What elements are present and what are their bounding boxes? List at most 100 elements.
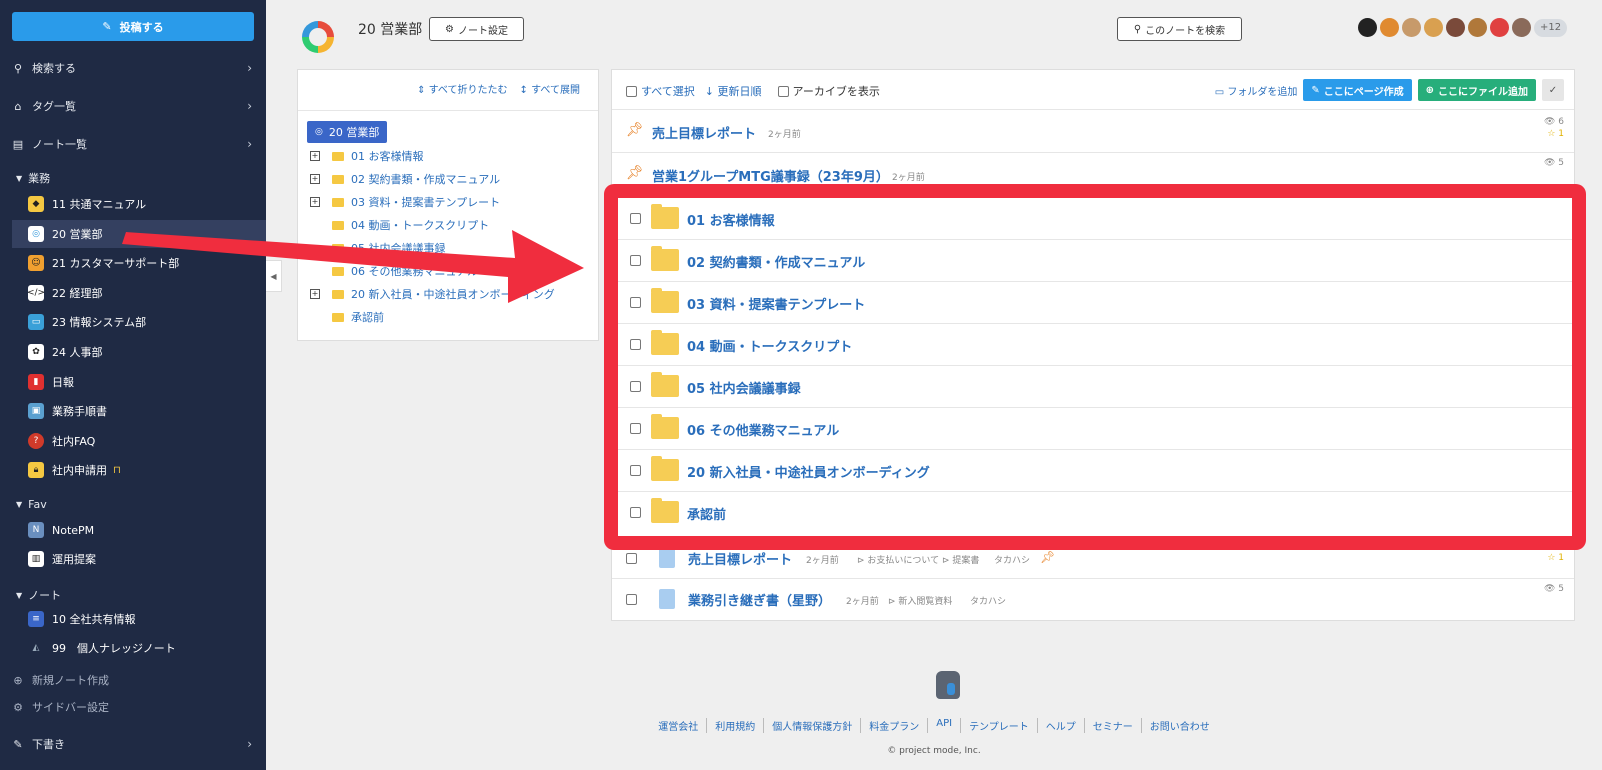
avatar[interactable] xyxy=(1358,18,1377,37)
footer-links: 運営会社 利用規約 個人情報保護方針 料金プラン API テンプレート ヘルプ … xyxy=(0,718,1602,733)
footer-link[interactable]: 料金プラン xyxy=(861,718,929,733)
tag-chip[interactable]: ⊳ お支払いについて xyxy=(857,553,939,566)
check-button[interactable]: ✓ xyxy=(1542,79,1564,101)
row-checkbox[interactable] xyxy=(626,553,637,564)
avatar[interactable] xyxy=(1402,18,1421,37)
row-checkbox[interactable] xyxy=(630,297,641,308)
collapse-all-link[interactable]: ⇕ すべて折りたたむ xyxy=(417,81,507,96)
sidebar-note-item[interactable]: 🔒︎ 社内申請用 ⊓ xyxy=(12,456,266,484)
tree-item[interactable]: 05 社内会議議事録 xyxy=(310,238,446,258)
archive-checkbox[interactable] xyxy=(777,85,789,97)
row-checkbox[interactable] xyxy=(630,381,641,392)
folder-row[interactable]: 01 お客様情報 xyxy=(618,198,1572,240)
sort-link[interactable]: ↓ 更新日順 xyxy=(705,83,762,99)
folder-row[interactable]: 04 動画・トークスクリプト xyxy=(618,324,1572,366)
row-checkbox[interactable] xyxy=(626,594,637,605)
sidebar-note-item[interactable]: ▭ 23 情報システム部 xyxy=(12,308,266,336)
avatar[interactable] xyxy=(1380,18,1399,37)
folder-row[interactable]: 02 契約書類・作成マニュアル xyxy=(618,240,1572,282)
sidebar-note-item[interactable]: ◭ 99 個人ナレッジノート xyxy=(12,634,266,662)
sidebar-note-item[interactable]: </> 22 経理部 xyxy=(12,279,266,307)
footer-link[interactable]: テンプレート xyxy=(961,718,1038,733)
page-row[interactable]: 業務引き継ぎ書（星野） 2ヶ月前 ⊳ 新入閲覧資料 タカハシ 👁 5 xyxy=(612,579,1574,621)
sidebar-note-item[interactable]: ≡ 10 全社共有情報 xyxy=(12,605,266,633)
folder-row[interactable]: 06 その他業務マニュアル xyxy=(618,408,1572,450)
tree-item[interactable]: +01 お客様情報 xyxy=(310,146,424,166)
expand-all-link[interactable]: ↕ すべて展開 xyxy=(520,81,580,96)
folder-row[interactable]: 05 社内会議議事録 xyxy=(618,366,1572,408)
sidebar-note-item[interactable]: ? 社内FAQ xyxy=(12,427,266,455)
sidebar-settings-link[interactable]: ⚙ サイドバー設定 xyxy=(0,695,266,719)
sidebar-note-item-active[interactable]: ◎ 20 営業部 xyxy=(12,220,266,248)
sidebar-collapse-handle[interactable]: ◀ xyxy=(266,260,282,292)
add-file-button[interactable]: ⊕ ここにファイル追加 xyxy=(1417,79,1536,101)
tree-item[interactable]: +02 契約書類・作成マニュアル xyxy=(310,169,500,189)
sidebar-note-item[interactable]: ☺ 21 カスタマーサポート部 xyxy=(12,249,266,277)
archive-toggle[interactable]: アーカイブを表示 xyxy=(777,83,880,99)
folder-icon xyxy=(332,289,344,299)
row-checkbox[interactable] xyxy=(630,423,641,434)
row-checkbox[interactable] xyxy=(630,465,641,476)
sidebar-group-notes[interactable]: ▼ ノート xyxy=(16,587,61,603)
avatar[interactable] xyxy=(1490,18,1509,37)
expand-icon[interactable]: + xyxy=(310,197,320,207)
sidebar-group-fav[interactable]: ▼ Fav xyxy=(16,498,47,511)
sidebar-note-item[interactable]: N NotePM xyxy=(12,516,266,544)
footer-link[interactable]: API xyxy=(928,718,962,733)
footer-link[interactable]: 運営会社 xyxy=(650,718,708,733)
page-stats: ☆ 1 xyxy=(1547,553,1564,563)
drafts-link[interactable]: ✎ 下書き › xyxy=(0,732,266,756)
row-checkbox[interactable] xyxy=(630,507,641,518)
sidebar-note-item[interactable]: ▥ 運用提案 xyxy=(12,545,266,573)
footer-link[interactable]: お問い合わせ xyxy=(1142,718,1218,733)
tree-item[interactable]: +03 資料・提案書テンプレート xyxy=(310,192,500,212)
more-members-badge[interactable]: +12 xyxy=(1534,18,1568,37)
row-checkbox[interactable] xyxy=(630,213,641,224)
new-note-link[interactable]: ⊕ 新規ノート作成 xyxy=(0,668,266,692)
sidebar-tags-link[interactable]: ⌂ タグ一覧 › xyxy=(0,94,266,118)
row-checkbox[interactable] xyxy=(630,339,641,350)
caret-down-icon: ▼ xyxy=(16,173,23,183)
tree-item[interactable]: 06 その他業務マニュアル xyxy=(310,261,478,281)
select-all-checkbox[interactable] xyxy=(626,85,637,97)
tag-chip[interactable]: ⊳ 提案書 xyxy=(942,553,979,566)
sidebar-note-item[interactable]: ◆ 11 共通マニュアル xyxy=(12,190,266,218)
sidebar-note-item[interactable]: ▮ 日報 xyxy=(12,368,266,396)
tree-item[interactable]: 04 動画・トークスクリプト xyxy=(310,215,489,235)
footer-link[interactable]: セミナー xyxy=(1085,718,1142,733)
tree-item[interactable]: +20 新入社員・中途社員オンボーディング xyxy=(310,284,555,304)
folder-row[interactable]: 03 資料・提案書テンプレート xyxy=(618,282,1572,324)
tree-item[interactable]: 承認前 xyxy=(310,307,384,327)
footer-link[interactable]: 利用規約 xyxy=(707,718,765,733)
tree-root-item[interactable]: ◎ 20 営業部 xyxy=(307,121,388,143)
row-checkbox[interactable] xyxy=(630,255,641,266)
folder-row[interactable]: 20 新入社員・中途社員オンボーディング xyxy=(618,450,1572,492)
tag-chip[interactable]: ⊳ 新入閲覧資料 xyxy=(888,594,952,607)
sidebar-note-item[interactable]: ✿ 24 人事部 xyxy=(12,338,266,366)
sidebar-search-link[interactable]: ⚲ 検索する › xyxy=(0,56,266,80)
expand-icon[interactable]: + xyxy=(310,289,320,299)
avatar[interactable] xyxy=(1512,18,1531,37)
expand-icon[interactable]: + xyxy=(310,174,320,184)
note-settings-button[interactable]: ⚙ ノート設定 xyxy=(429,17,524,41)
sidebar-group-business[interactable]: ▼ 業務 xyxy=(16,170,50,186)
add-folder-link[interactable]: ▭ フォルダを追加 xyxy=(1215,83,1298,98)
avatar[interactable] xyxy=(1446,18,1465,37)
folder-icon xyxy=(332,174,344,184)
pin-icon: 📌︎ xyxy=(626,165,644,181)
select-all-control[interactable]: すべて選択 xyxy=(626,83,695,99)
folder-icon xyxy=(651,372,679,397)
expand-icon[interactable]: + xyxy=(310,151,320,161)
member-avatars[interactable]: +12 xyxy=(1358,18,1568,37)
post-button[interactable]: ✎ 投稿する xyxy=(12,12,254,41)
sidebar-note-item[interactable]: ▣ 業務手順書 xyxy=(12,397,266,425)
create-page-button[interactable]: ✎ ここにページ作成 xyxy=(1303,79,1412,101)
avatar[interactable] xyxy=(1424,18,1443,37)
footer-link[interactable]: 個人情報保護方針 xyxy=(764,718,862,733)
folder-row[interactable]: 承認前 xyxy=(618,492,1572,534)
pinned-page-row[interactable]: 📌︎ 売上目標レポート 2ヶ月前 👁 6 ☆ 1 xyxy=(612,110,1574,153)
footer-link[interactable]: ヘルプ xyxy=(1038,718,1085,733)
sidebar-notes-link[interactable]: ▤ ノート一覧 › xyxy=(0,132,266,156)
note-search-button[interactable]: ⚲ このノートを検索 xyxy=(1117,17,1242,41)
avatar[interactable] xyxy=(1468,18,1487,37)
